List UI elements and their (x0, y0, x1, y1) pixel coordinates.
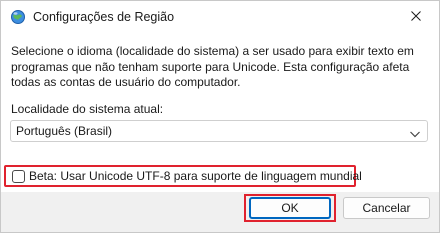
title-bar[interactable]: Configurações de Região (1, 1, 439, 33)
globe-icon (10, 9, 26, 25)
description-text: Selecione o idioma (localidade do sistem… (11, 44, 414, 89)
system-locale-select[interactable]: Português (Brasil) (10, 120, 428, 142)
ok-button[interactable]: OK (249, 197, 331, 219)
chevron-down-icon (409, 126, 421, 138)
system-locale-value: Português (Brasil) (16, 124, 113, 138)
close-icon (411, 8, 421, 26)
dialog-content: Selecione o idioma (localidade do sistem… (1, 33, 439, 192)
beta-utf8-label[interactable]: Beta: Usar Unicode UTF-8 para suporte de… (29, 169, 362, 184)
beta-utf8-option[interactable]: Beta: Usar Unicode UTF-8 para suporte de… (4, 165, 362, 187)
beta-utf8-checkbox[interactable] (12, 170, 25, 183)
cancel-button[interactable]: Cancelar (343, 197, 430, 219)
region-settings-dialog: Configurações de Região Selecione o idio… (0, 0, 440, 233)
window-title: Configurações de Região (33, 10, 175, 24)
close-button[interactable] (393, 1, 439, 33)
dialog-footer: OK Cancelar (1, 192, 439, 232)
system-locale-label: Localidade do sistema atual: (11, 102, 164, 116)
